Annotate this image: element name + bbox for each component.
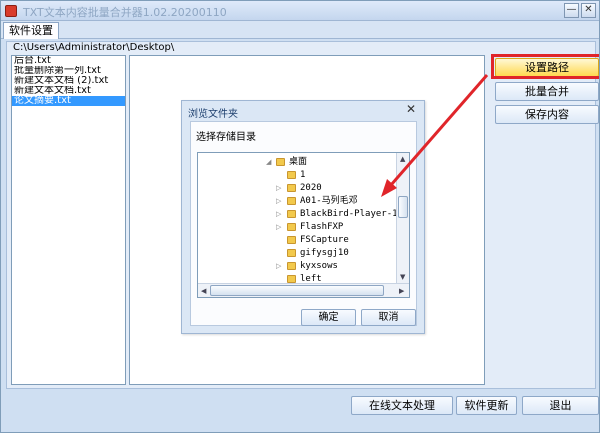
highlight-box — [491, 54, 599, 79]
list-item[interactable]: 新建文本文档.txt — [12, 86, 125, 96]
horizontal-scrollbar[interactable]: ◀ ▶ — [198, 283, 409, 297]
folder-icon — [287, 261, 296, 270]
scroll-left-icon[interactable]: ◀ — [201, 287, 206, 295]
list-item-selected[interactable]: 论文摘要.txt — [12, 96, 125, 106]
folder-icon — [276, 157, 285, 166]
folder-tree[interactable]: ◢ 桌面 1 ▷ 2020 ▷ A01-马列毛邓 ▷ BlackBird-Pla… — [197, 152, 410, 298]
tree-node[interactable]: gifysgj10 — [287, 247, 349, 260]
update-button[interactable]: 软件更新 — [456, 396, 517, 415]
dialog-close-icon[interactable]: ✕ — [406, 102, 416, 116]
tab-settings[interactable]: 软件设置 — [3, 22, 59, 39]
app-icon — [5, 5, 17, 17]
vertical-scrollbar[interactable]: ▲ ▼ — [396, 153, 409, 283]
tree-node[interactable]: A01-马列毛邓 — [287, 195, 358, 208]
tab-strip: 软件设置 — [1, 21, 599, 39]
scroll-thumb[interactable] — [398, 196, 408, 218]
scroll-up-icon[interactable]: ▲ — [400, 155, 405, 163]
title-bar: TXT文本内容批量合并器1.02.20200110 — ✕ — [1, 1, 599, 21]
list-item[interactable]: 新建文本文档 (2).txt — [12, 76, 125, 86]
minimize-button[interactable]: — — [564, 3, 579, 18]
tree-node[interactable]: kyxsows — [287, 260, 338, 273]
tree-node-desktop[interactable]: 桌面 — [276, 156, 307, 169]
folder-icon — [287, 209, 296, 218]
folder-icon — [287, 274, 296, 283]
folder-icon — [287, 196, 296, 205]
exit-button[interactable]: 退出 — [522, 396, 599, 415]
expand-icon[interactable]: ▷ — [276, 260, 281, 273]
scroll-right-icon[interactable]: ▶ — [399, 287, 404, 295]
app-window: TXT文本内容批量合并器1.02.20200110 — ✕ 软件设置 C:\Us… — [0, 0, 600, 433]
cancel-button[interactable]: 取消 — [361, 309, 416, 326]
window-title: TXT文本内容批量合并器1.02.20200110 — [23, 6, 227, 19]
current-path: C:\Users\Administrator\Desktop\ — [13, 42, 175, 54]
list-item[interactable]: 批量删除第一列.txt — [12, 66, 125, 76]
online-text-button[interactable]: 在线文本处理 — [351, 396, 453, 415]
scroll-thumb[interactable] — [210, 285, 384, 296]
minimize-icon: — — [566, 4, 577, 15]
folder-icon — [287, 170, 296, 179]
folder-icon — [287, 248, 296, 257]
close-button[interactable]: ✕ — [581, 3, 596, 18]
expand-icon[interactable]: ▷ — [276, 221, 281, 234]
file-list[interactable]: 后台.txt 批量删除第一列.txt 新建文本文档 (2).txt 新建文本文档… — [11, 55, 126, 385]
folder-icon — [287, 183, 296, 192]
tree-node[interactable]: FSCapture — [287, 234, 349, 247]
folder-icon — [287, 222, 296, 231]
browse-folder-dialog: 浏览文件夹 ✕ 选择存储目录 ◢ 桌面 1 ▷ 2020 ▷ A01-马列毛邓 … — [181, 100, 425, 334]
expand-icon[interactable]: ▷ — [276, 195, 281, 208]
folder-icon — [287, 235, 296, 244]
dialog-label: 选择存储目录 — [196, 132, 256, 143]
tree-node[interactable]: BlackBird-Player-1.8.6 — [287, 208, 409, 221]
list-item[interactable]: 后台.txt — [12, 56, 125, 66]
dialog-title: 浏览文件夹 — [188, 109, 238, 120]
collapse-icon[interactable]: ◢ — [266, 156, 271, 169]
save-content-button[interactable]: 保存内容 — [495, 105, 599, 124]
scroll-down-icon[interactable]: ▼ — [400, 273, 405, 281]
expand-icon[interactable]: ▷ — [276, 208, 281, 221]
dialog-body: 选择存储目录 ◢ 桌面 1 ▷ 2020 ▷ A01-马列毛邓 ▷ BlackB… — [190, 121, 417, 326]
tree-node[interactable]: 2020 — [287, 182, 322, 195]
batch-merge-button[interactable]: 批量合并 — [495, 82, 599, 101]
close-icon: ✕ — [584, 4, 593, 15]
tree-node[interactable]: 1 — [287, 169, 305, 182]
expand-icon[interactable]: ▷ — [276, 182, 281, 195]
tree-node[interactable]: FlashFXP — [287, 221, 343, 234]
ok-button[interactable]: 确定 — [301, 309, 356, 326]
